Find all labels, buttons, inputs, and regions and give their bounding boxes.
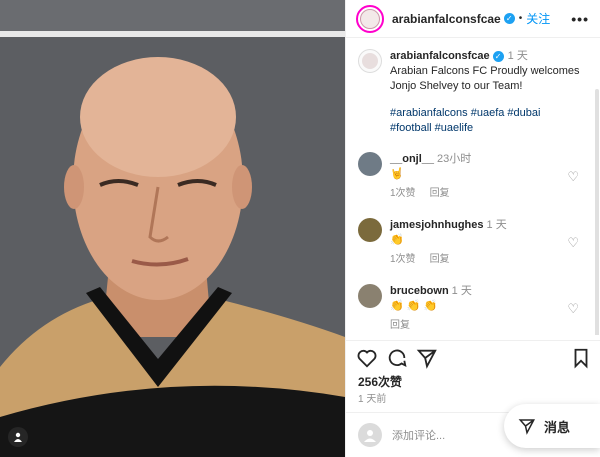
comment-like-heart-icon[interactable]: ♡ [567,235,579,251]
messages-button[interactable]: 消息 [504,404,600,448]
commenter-avatar[interactable] [358,284,382,308]
caption-time: 1 天 [507,50,528,62]
comment-username[interactable]: jamesjohnhughes [390,219,484,231]
likes-count[interactable]: 256次赞 [358,373,402,390]
dot-separator: • [518,13,523,24]
messages-label: 消息 [544,419,571,435]
comment-time: 1 天 [486,219,507,231]
player-photo [0,37,345,457]
comment-text: 👏 👏 👏 [390,300,438,312]
user-icon [14,432,22,442]
verified-icon: ✓ [492,50,504,62]
follow-button[interactable]: 关注 [526,10,550,27]
reply-button[interactable]: 回复 [430,188,450,199]
verified-icon: ✓ [503,13,515,24]
comment-item: __onjl__ 23小时 🤘 1次赞 回复 [358,152,590,201]
account-avatar[interactable] [356,4,384,33]
action-bar [346,340,600,372]
comment-username[interactable]: brucebown [390,285,449,297]
comment-like-heart-icon[interactable]: ♡ [567,169,579,185]
caption: arabianfalconsfcae ✓ 1 天 Arabian Falcons F… [358,49,590,136]
comment-text: 🤘 [390,168,404,180]
comment-like-heart-icon[interactable]: ♡ [567,301,579,317]
hashtags-line-1[interactable]: #arabianfalcons #uaefa #dubai [390,106,590,121]
comment-likes[interactable]: 1次赞 [390,254,416,265]
comments-scroll-area[interactable]: arabianfalconsfcae ✓ 1 天 Arabian Falcons F… [346,39,600,335]
post-image-panel [0,0,345,457]
previous-image-strip [0,0,345,31]
comment-username[interactable]: __onjl__ [390,153,434,165]
tagged-users-button[interactable] [8,427,28,447]
current-user-avatar [358,423,382,447]
save-bookmark-icon[interactable] [570,347,592,369]
posted-time: 1 天前 [358,394,387,405]
reply-button[interactable]: 回复 [390,320,410,331]
comment-item: brucebown 1 天 👏 👏 👏 回复 [358,284,590,333]
comment-icon[interactable] [386,347,408,369]
share-icon[interactable] [416,347,438,369]
caption-username[interactable]: arabianfalconsfcae [390,50,490,62]
caption-avatar[interactable] [358,49,382,73]
post-header: arabianfalconsfcae ✓ • 关注 ••• [346,0,600,38]
comment-item: jamesjohnhughes 1 天 👏 1次赞 回复 [358,218,590,267]
send-icon [518,419,535,435]
more-options-icon[interactable]: ••• [571,11,589,27]
comment-likes[interactable]: 1次赞 [390,188,416,199]
hashtags-line-2[interactable]: #football #uaelife [390,121,590,136]
post-detail-panel: arabianfalconsfcae ✓ • 关注 ••• arabianfal… [345,0,600,457]
comment-text: 👏 [390,234,404,246]
commenter-avatar[interactable] [358,218,382,242]
comment-time: 23小时 [437,153,472,165]
reply-button[interactable]: 回复 [430,254,450,265]
user-icon [364,430,376,442]
header-username[interactable]: arabianfalconsfcae [392,12,501,26]
comment-time: 1 天 [451,285,472,297]
scrollbar[interactable] [595,89,599,335]
caption-text: Arabian Falcons FC Proudly welcomes Jonj… [390,65,580,92]
commenter-avatar[interactable] [358,152,382,176]
add-comment-input[interactable]: 添加评论... [392,427,445,443]
like-heart-icon[interactable] [356,347,378,369]
